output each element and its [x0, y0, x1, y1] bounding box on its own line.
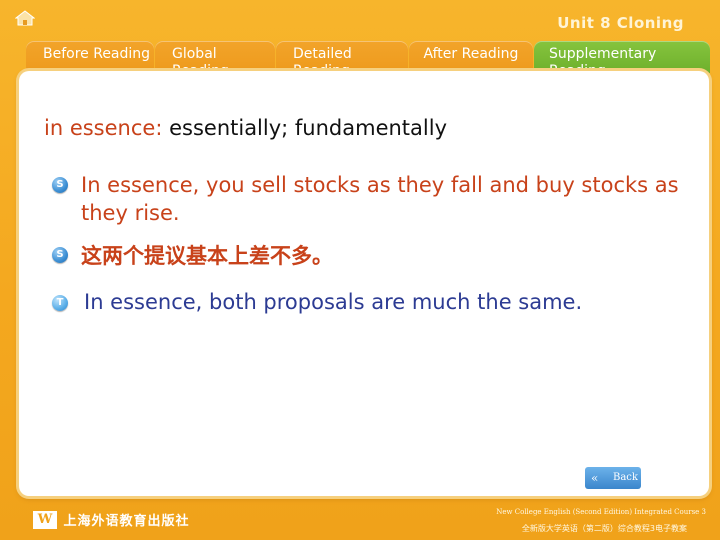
tab-supplementary-reading[interactable]: Supplementary Reading	[534, 41, 710, 73]
book-title-cn: 全新版大学英语（第二版）综合教程3电子教案	[521, 524, 687, 533]
back-button[interactable]: « Back	[585, 467, 641, 489]
translation-badge-icon: T	[52, 295, 68, 311]
nav-tabs: Before Reading Global Reading Detailed R…	[26, 41, 710, 73]
home-icon[interactable]	[15, 10, 35, 26]
content-panel: in essence: essentially; fundamentally S…	[19, 71, 709, 496]
publisher-logo: W 上海外语教育出版社	[33, 510, 190, 530]
tab-label: Detailed Reading	[293, 46, 352, 73]
definition: essentially; fundamentally	[169, 116, 448, 140]
back-button-label: Back	[613, 472, 638, 483]
tab-global-reading[interactable]: Global Reading	[155, 41, 275, 73]
publisher-logo-mark: W	[33, 510, 57, 529]
tab-after-reading[interactable]: After Reading	[409, 41, 533, 73]
sentence-badge-icon: S	[52, 247, 68, 263]
publisher-name: 上海外语教育出版社	[63, 514, 190, 529]
term: in essence:	[44, 116, 163, 140]
double-left-arrow-icon: «	[591, 471, 599, 485]
translation-sentence: In essence, both proposals are much the …	[84, 290, 583, 314]
tab-detailed-reading[interactable]: Detailed Reading	[276, 41, 408, 73]
example-sentence-chinese: 这两个提议基本上差不多。	[81, 244, 333, 268]
tab-before-reading[interactable]: Before Reading	[26, 41, 154, 73]
book-title-en: New College English (Second Edition) Int…	[496, 508, 706, 516]
tab-label: After Reading	[423, 46, 519, 62]
tab-label: Before Reading	[43, 46, 151, 62]
tab-label: Global Reading	[172, 46, 229, 73]
tab-label: Supplementary Reading	[549, 46, 657, 73]
unit-title: Unit 8 Cloning	[557, 14, 684, 32]
sentence-badge-icon: S	[52, 177, 68, 193]
example-sentence: In essence, you sell stocks as they fall…	[81, 173, 679, 225]
term-definition: in essence: essentially; fundamentally	[44, 116, 447, 140]
